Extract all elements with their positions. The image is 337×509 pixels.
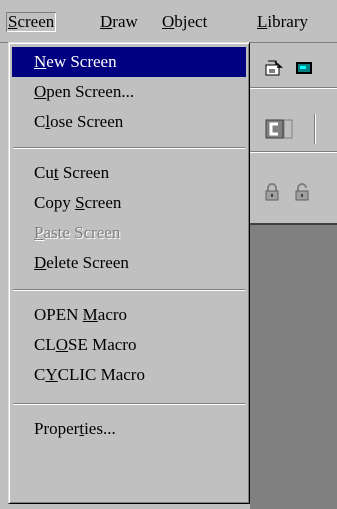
menu-item-label: C [34, 112, 46, 131]
screen-menu-dropdown: New Screen Open Screen... Close Screen C… [8, 42, 250, 504]
menu-item-label-rest: ies... [84, 419, 116, 438]
menu-item-label-rest: SE Macro [68, 335, 137, 354]
menu-item-label: Cu [34, 163, 54, 182]
menu-item-close-screen[interactable]: Close Screen [12, 107, 246, 137]
menu-item-new-screen[interactable]: New Screen [12, 47, 246, 77]
menu-item-label-rest: aste Screen [43, 223, 121, 242]
toolbar-area [250, 43, 337, 223]
menu-object-label-rest: bject [174, 12, 208, 31]
menu-item-cut-screen[interactable]: Cut Screen [12, 158, 246, 188]
menu-item-open-macro[interactable]: OPEN Macro [12, 300, 246, 330]
menu-draw[interactable]: Draw [98, 12, 140, 32]
menu-separator [13, 289, 245, 291]
menu-item-accesskey: O [34, 82, 47, 101]
menu-item-accesskey: M [82, 305, 98, 324]
menu-item-label-rest: Screen [58, 163, 110, 182]
menu-item-paste-screen: Paste Screen [12, 218, 246, 248]
display-icon[interactable] [292, 57, 316, 79]
menu-item-accesskey: O [55, 335, 69, 354]
menu-item-label: OPEN [34, 305, 83, 324]
menu-object[interactable]: Object [160, 12, 209, 32]
menu-separator [13, 147, 245, 149]
menu-item-label: Proper [34, 419, 80, 438]
menu-item-label-rest: acro [97, 305, 128, 324]
menu-item-accesskey: S [75, 193, 85, 212]
toolbar-divider [250, 151, 337, 153]
toolbar-divider [250, 87, 337, 89]
menu-item-label-rest: pen Screen... [46, 82, 135, 101]
menu-draw-label-rest: raw [112, 12, 138, 31]
menu-item-accesskey: D [34, 253, 47, 272]
menu-item-accesskey: Y [45, 365, 58, 384]
menu-object-accesskey: O [162, 12, 175, 31]
toolbar-vertical-divider [314, 114, 316, 144]
menu-item-copy-screen[interactable]: Copy Screen [12, 188, 246, 218]
menu-item-label: Copy [34, 193, 76, 212]
menu-item-label: CL [34, 335, 56, 354]
menu-item-properties[interactable]: Properties... [12, 414, 246, 444]
menu-item-label: C [34, 365, 46, 384]
menu-library-label-rest: ibrary [267, 12, 308, 31]
menu-item-delete-screen[interactable]: Delete Screen [12, 248, 246, 278]
workspace-area [250, 223, 337, 509]
unlock-icon[interactable] [290, 181, 314, 203]
lock-icon[interactable] [260, 181, 284, 203]
import-icon[interactable] [262, 57, 286, 79]
menu-item-open-screen[interactable]: Open Screen... [12, 77, 246, 107]
menu-item-label-rest: ew Screen [46, 52, 117, 71]
menu-item-close-macro[interactable]: CLOSE Macro [12, 330, 246, 360]
menu-item-cyclic-macro[interactable]: CYCLIC Macro [12, 360, 246, 390]
menu-draw-accesskey: D [100, 12, 113, 31]
menu-item-label-rest: CLIC Macro [57, 365, 145, 384]
menu-item-label-rest: ose Screen [50, 112, 124, 131]
menu-item-label-rest: creen [84, 193, 122, 212]
menu-screen[interactable]: Screen [6, 12, 56, 32]
menu-separator [13, 403, 245, 405]
menu-screen-label-rest: creen [17, 12, 55, 31]
menu-library-accesskey: L [257, 12, 268, 31]
menu-library[interactable]: Library [255, 12, 310, 32]
menu-item-label-rest: elete Screen [46, 253, 129, 272]
menu-item-accesskey: N [34, 52, 47, 71]
menu-bar: Screen Draw Object Library [0, 0, 337, 43]
component-icon[interactable] [264, 118, 294, 140]
